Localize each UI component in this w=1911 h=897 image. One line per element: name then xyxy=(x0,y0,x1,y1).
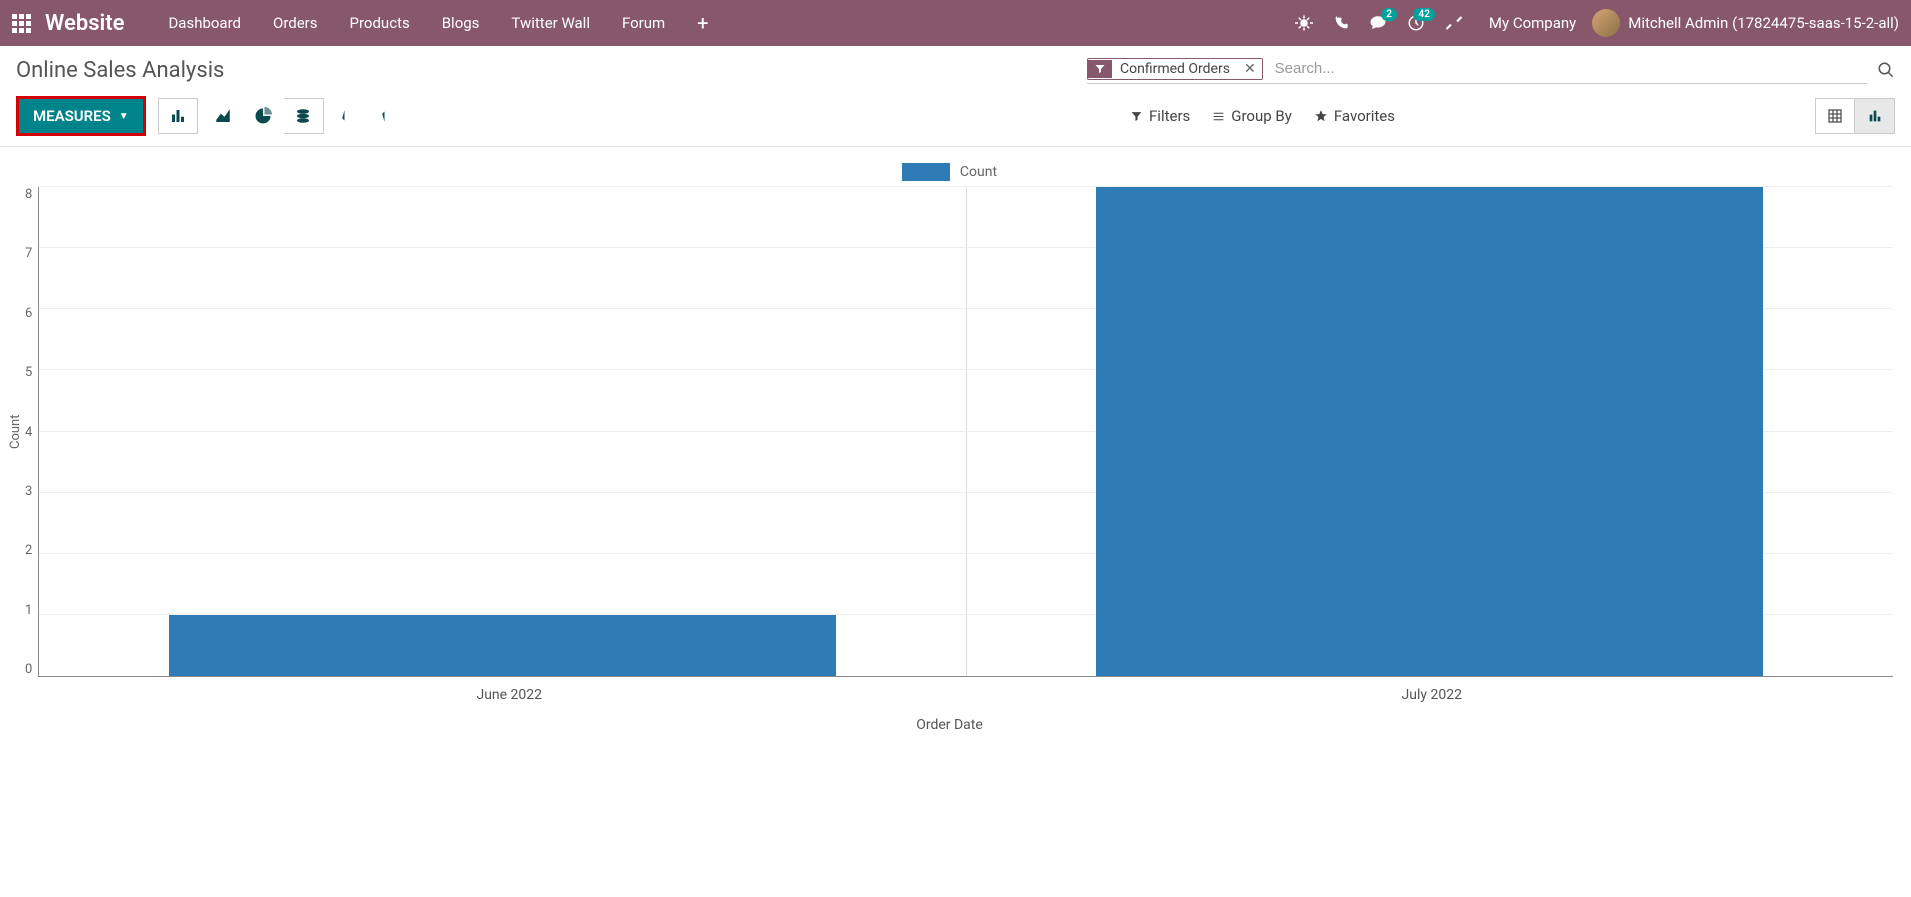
favorites-label: Favorites xyxy=(1334,107,1395,125)
nav-products[interactable]: Products xyxy=(350,14,410,32)
y-tick: 3 xyxy=(25,484,32,499)
chat-icon[interactable]: 2 xyxy=(1369,14,1387,32)
filters-button[interactable]: Filters xyxy=(1130,107,1190,125)
sort-desc-icon[interactable] xyxy=(330,98,370,134)
y-tick: 0 xyxy=(25,662,32,677)
facet-remove-icon[interactable]: ✕ xyxy=(1238,61,1262,77)
nav-add-icon[interactable]: + xyxy=(697,11,708,35)
favorites-button[interactable]: Favorites xyxy=(1314,107,1395,125)
filter-icon xyxy=(1088,60,1112,78)
bug-icon[interactable] xyxy=(1295,14,1313,32)
page-title: Online Sales Analysis xyxy=(16,58,224,83)
chart-body: Count 8 7 6 5 4 3 2 1 0 xyxy=(6,187,1893,677)
groupby-label: Group By xyxy=(1231,107,1292,125)
y-tick: 4 xyxy=(25,425,32,440)
nav-dashboard[interactable]: Dashboard xyxy=(168,14,241,32)
measures-button[interactable]: MEASURES ▼ xyxy=(16,96,146,136)
nav-twitter-wall[interactable]: Twitter Wall xyxy=(511,14,590,32)
phone-icon[interactable] xyxy=(1333,15,1349,31)
filters-label: Filters xyxy=(1149,107,1190,125)
y-tick: 5 xyxy=(25,365,32,380)
x-axis-ticks: June 2022July 2022 xyxy=(48,677,1893,703)
pie-chart-icon[interactable] xyxy=(244,98,284,134)
y-tick: 7 xyxy=(25,246,32,261)
y-axis-ticks: 8 7 6 5 4 3 2 1 0 xyxy=(25,187,38,677)
graph-view-icon[interactable] xyxy=(1855,98,1895,134)
groupby-button[interactable]: Group By xyxy=(1212,107,1292,125)
chat-badge: 2 xyxy=(1381,8,1397,21)
bar-slot xyxy=(39,187,966,676)
top-nav: Website Dashboard Orders Products Blogs … xyxy=(0,0,1911,46)
y-tick: 1 xyxy=(25,603,32,618)
search-input[interactable] xyxy=(1271,56,1867,81)
search-options: Filters Group By Favorites xyxy=(1130,107,1395,125)
chart-area: Count Count 8 7 6 5 4 3 2 1 0 June 2022July 2022… xyxy=(0,147,1911,739)
activity-icon[interactable]: 42 xyxy=(1407,14,1425,32)
brand[interactable]: Website xyxy=(45,11,124,36)
activity-badge: 42 xyxy=(1413,8,1434,21)
control-panel-top: Online Sales Analysis Confirmed Orders ✕ xyxy=(0,46,1911,90)
company-selector[interactable]: My Company xyxy=(1489,14,1576,32)
sort-asc-icon[interactable] xyxy=(370,98,410,134)
view-switcher xyxy=(1815,98,1895,134)
avatar xyxy=(1592,9,1620,37)
stacked-icon[interactable] xyxy=(284,98,324,134)
legend-swatch xyxy=(902,163,950,181)
caret-down-icon: ▼ xyxy=(119,111,129,122)
user-menu[interactable]: Mitchell Admin (17824475-saas-15-2-all) xyxy=(1592,9,1899,37)
bar-chart-icon[interactable] xyxy=(158,98,198,134)
y-tick: 8 xyxy=(25,187,32,202)
x-axis-label: Order Date xyxy=(6,703,1893,739)
measures-label: MEASURES xyxy=(33,107,111,125)
y-tick: 2 xyxy=(25,543,32,558)
chart-plot xyxy=(38,187,1893,677)
search-facet: Confirmed Orders ✕ xyxy=(1087,58,1263,80)
chart-type-buttons xyxy=(158,98,410,134)
y-axis-label: Count xyxy=(6,187,25,677)
search-icon[interactable] xyxy=(1877,61,1895,79)
chart-bar[interactable] xyxy=(169,615,836,676)
control-panel-bottom: MEASURES ▼ Filters Group By xyxy=(0,90,1911,147)
facet-label: Confirmed Orders xyxy=(1112,59,1238,79)
y-tick: 6 xyxy=(25,306,32,321)
x-tick: June 2022 xyxy=(48,687,971,703)
x-tick: July 2022 xyxy=(971,687,1894,703)
nav-blogs[interactable]: Blogs xyxy=(442,14,480,32)
chart-legend: Count xyxy=(6,157,1893,187)
apps-icon[interactable] xyxy=(12,14,31,33)
chart-bar[interactable] xyxy=(1096,187,1763,676)
nav-orders[interactable]: Orders xyxy=(273,14,318,32)
tools-icon[interactable] xyxy=(1445,14,1463,32)
user-name: Mitchell Admin (17824475-saas-15-2-all) xyxy=(1628,14,1899,32)
nav-forum[interactable]: Forum xyxy=(622,14,665,32)
legend-label: Count xyxy=(960,164,997,180)
bar-slot xyxy=(966,187,1893,676)
search-bar: Confirmed Orders ✕ xyxy=(1087,56,1867,84)
line-chart-icon[interactable] xyxy=(204,98,244,134)
pivot-view-icon[interactable] xyxy=(1815,98,1855,134)
